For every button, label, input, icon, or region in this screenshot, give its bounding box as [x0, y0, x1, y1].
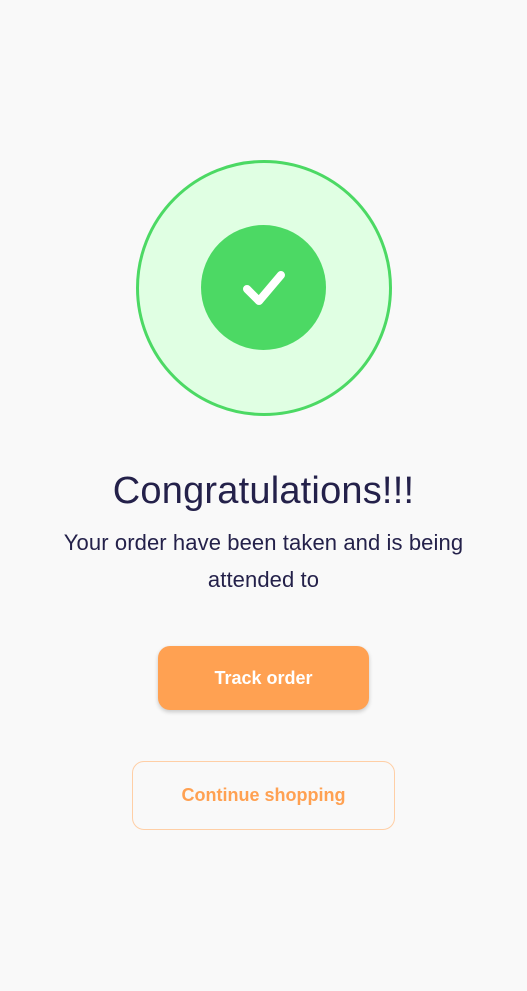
checkmark-icon	[242, 270, 285, 305]
success-message: Your order have been taken and is being …	[63, 530, 464, 592]
continue-shopping-button[interactable]: Continue shopping	[132, 761, 395, 830]
track-order-button[interactable]: Track order	[158, 646, 369, 710]
success-title: Congratulations!!!	[112, 470, 415, 512]
success-badge	[201, 225, 326, 350]
